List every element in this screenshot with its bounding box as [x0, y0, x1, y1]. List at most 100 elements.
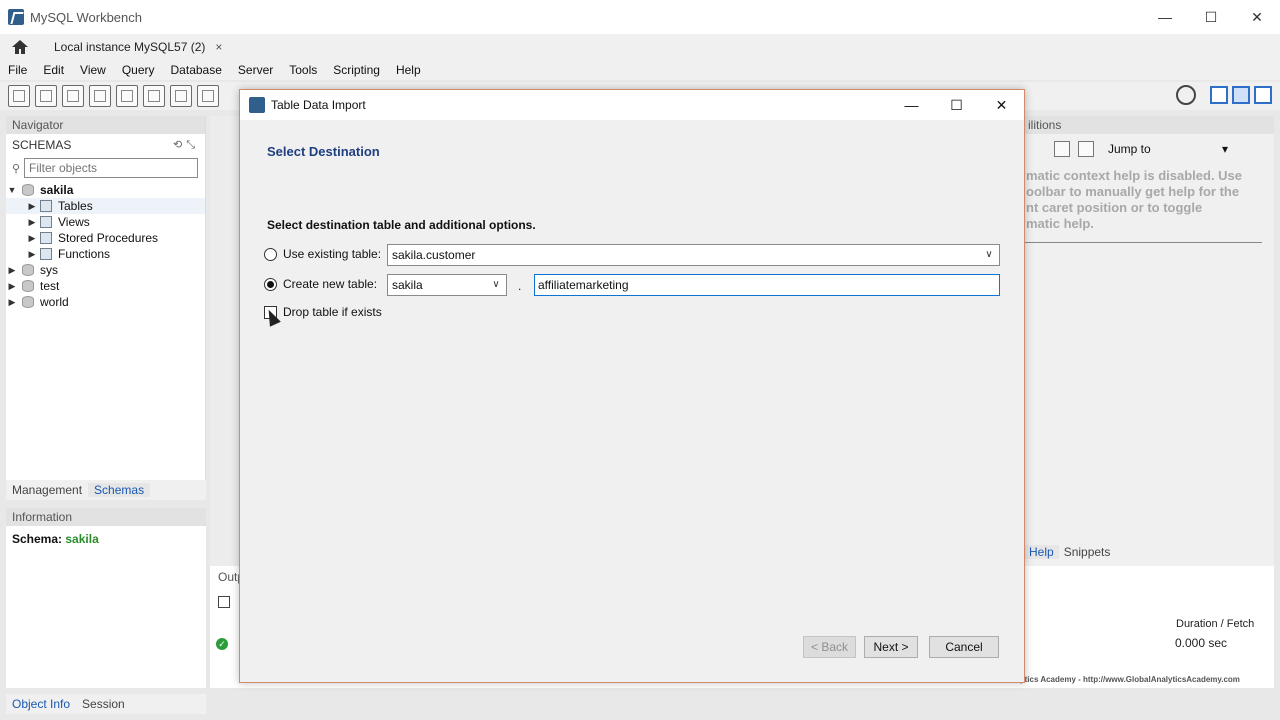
app-titlebar: MySQL Workbench — ☐ ✕: [0, 0, 1280, 34]
chevron-down-icon: ▾: [1221, 142, 1228, 156]
create-new-option[interactable]: Create new table:: [264, 277, 377, 291]
tree-item-sakila[interactable]: ▼ sakila: [6, 182, 205, 198]
settings-gear-icon[interactable]: [1176, 85, 1196, 105]
expand-arrow-icon[interactable]: ▶: [26, 230, 38, 246]
refresh-icon[interactable]: ⟲: [173, 139, 186, 151]
search-icon: ⚲: [12, 162, 21, 175]
tree-item-functions[interactable]: ▶ Functions: [6, 246, 205, 262]
create-new-label: Create new table:: [283, 277, 378, 291]
dialog-window-controls: — ☐ ✕: [889, 90, 1024, 120]
existing-table-value: sakila.customer: [392, 248, 476, 262]
window-controls: — ☐ ✕: [1142, 0, 1280, 34]
menu-view[interactable]: View: [72, 63, 114, 77]
tree-item-sys[interactable]: ▶ sys: [6, 262, 205, 278]
jump-to-dropdown[interactable]: Jump to ▾: [1108, 142, 1228, 156]
tree-label: sakila: [40, 183, 74, 197]
new-sql-tab-icon[interactable]: [8, 85, 30, 107]
new-table-name-input[interactable]: [534, 274, 1000, 296]
tree-item-stored-procedures[interactable]: ▶ Stored Procedures: [6, 230, 205, 246]
close-button[interactable]: ✕: [1234, 0, 1280, 34]
create-procedure-icon[interactable]: [170, 85, 192, 107]
tree-item-world[interactable]: ▶ world: [6, 294, 205, 310]
create-new-radio[interactable]: [264, 277, 277, 291]
tab-object-info[interactable]: Object Info: [6, 697, 76, 711]
tab-management[interactable]: Management: [6, 483, 88, 497]
mysql-workbench-icon: [249, 97, 265, 113]
cancel-button[interactable]: Cancel: [929, 636, 999, 658]
tree-item-tables[interactable]: ▶ Tables: [6, 198, 205, 214]
menu-scripting[interactable]: Scripting: [325, 63, 388, 77]
connection-tab[interactable]: Local instance MySQL57 (2) ×: [40, 34, 231, 60]
menu-query[interactable]: Query: [114, 63, 163, 77]
existing-table-select[interactable]: sakila.customer ∨: [387, 244, 1000, 266]
dialog-minimize-button[interactable]: —: [889, 90, 934, 120]
dialog-close-button[interactable]: ✕: [979, 90, 1024, 120]
navigator-panel: Navigator SCHEMAS ⟲⤡ ⚲ ▼ sakila ▶ Tables…: [6, 116, 206, 480]
menu-help[interactable]: Help: [388, 63, 429, 77]
schemas-controls: ⟲⤡: [173, 138, 199, 152]
manual-help-icon[interactable]: [1054, 141, 1070, 157]
dialog-titlebar: Table Data Import — ☐ ✕: [240, 90, 1024, 120]
close-tab-icon[interactable]: ×: [215, 40, 222, 54]
expand-arrow-icon[interactable]: ▶: [26, 198, 38, 214]
tree-item-views[interactable]: ▶ Views: [6, 214, 205, 230]
right-panel-tabs: Help Snippets: [1024, 543, 1274, 561]
tree-label: Stored Procedures: [58, 231, 159, 245]
inspector-icon[interactable]: [62, 85, 84, 107]
mysql-workbench-icon: [8, 9, 24, 25]
menu-database[interactable]: Database: [163, 63, 230, 77]
schema-select[interactable]: sakila ∨: [387, 274, 507, 296]
home-icon[interactable]: [0, 34, 40, 60]
table-folder-icon: [40, 200, 52, 212]
tab-snippets[interactable]: Snippets: [1059, 545, 1116, 559]
menu-file[interactable]: File: [0, 63, 35, 77]
information-panel: Information Schema: sakila: [6, 508, 206, 688]
tab-schemas[interactable]: Schemas: [88, 483, 151, 497]
expand-arrow-icon[interactable]: ▼: [6, 182, 18, 198]
tree-item-test[interactable]: ▶ test: [6, 278, 205, 294]
use-existing-label: Use existing table:: [283, 247, 382, 261]
expand-arrow-icon[interactable]: ▶: [6, 262, 18, 278]
toggle-sidebar-icon[interactable]: [1210, 86, 1228, 104]
expand-arrow-icon[interactable]: ▶: [26, 246, 38, 262]
maximize-button[interactable]: ☐: [1188, 0, 1234, 34]
auto-help-icon[interactable]: [1078, 141, 1094, 157]
schemas-label: SCHEMAS: [12, 138, 72, 152]
menu-server[interactable]: Server: [230, 63, 281, 77]
help-line: nt caret position or to toggle: [1026, 200, 1203, 215]
dialog-maximize-button[interactable]: ☐: [934, 90, 979, 120]
expand-arrow-icon[interactable]: ▶: [26, 214, 38, 230]
filter-row: ⚲: [6, 156, 205, 180]
tab-session[interactable]: Session: [76, 697, 131, 711]
create-table-icon[interactable]: [116, 85, 138, 107]
tree-label: Views: [58, 215, 90, 229]
expand-arrow-icon[interactable]: ▶: [6, 278, 18, 294]
use-existing-radio[interactable]: [264, 247, 277, 261]
help-toolbar: Jump to ▾: [1024, 134, 1274, 164]
create-view-icon[interactable]: [143, 85, 165, 107]
tab-help[interactable]: Help: [1024, 545, 1059, 559]
create-schema-icon[interactable]: [89, 85, 111, 107]
collapse-icon[interactable]: ⤡: [186, 139, 199, 151]
back-button[interactable]: < Back: [803, 636, 856, 658]
filter-objects-input[interactable]: [24, 158, 198, 178]
dialog-title: Table Data Import: [271, 98, 366, 112]
database-icon: [22, 296, 34, 308]
expand-arrow-icon[interactable]: ▶: [6, 294, 18, 310]
copy-icon[interactable]: [218, 596, 230, 608]
use-existing-option[interactable]: Use existing table:: [264, 247, 381, 261]
toolbar-right: [1176, 85, 1272, 105]
create-function-icon[interactable]: [197, 85, 219, 107]
toggle-output-icon[interactable]: [1232, 86, 1250, 104]
help-line: matic help.: [1026, 216, 1094, 231]
open-sql-script-icon[interactable]: [35, 85, 57, 107]
menu-tools[interactable]: Tools: [281, 63, 325, 77]
table-data-import-dialog: Table Data Import — ☐ ✕ Select Destinati…: [239, 89, 1025, 683]
drop-table-option[interactable]: Drop table if exists: [264, 305, 382, 319]
toggle-secondary-sidebar-icon[interactable]: [1254, 86, 1272, 104]
minimize-button[interactable]: —: [1142, 0, 1188, 34]
schema-table-separator: .: [518, 279, 522, 293]
menu-bar: File Edit View Query Database Server Too…: [0, 60, 1280, 80]
next-button[interactable]: Next >: [864, 636, 918, 658]
menu-edit[interactable]: Edit: [35, 63, 72, 77]
